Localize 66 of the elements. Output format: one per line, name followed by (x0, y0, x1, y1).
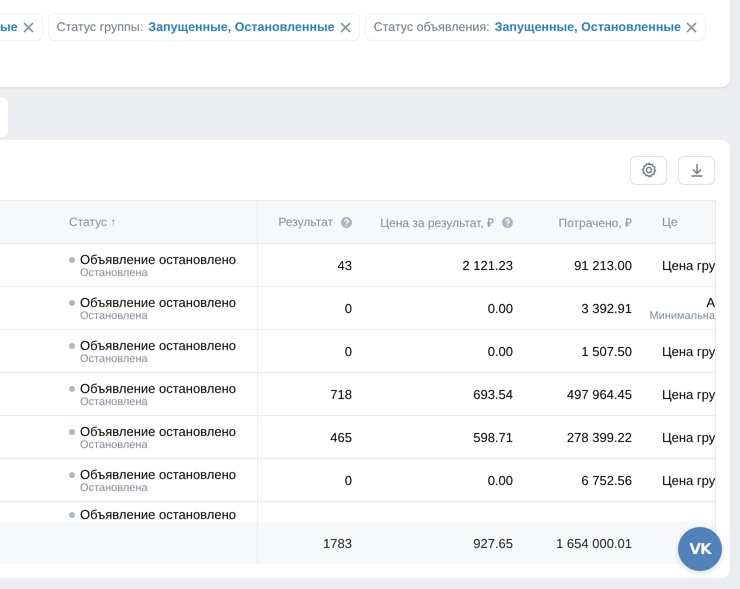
table-cell: 0.00 (488, 472, 513, 488)
table-cell: 3 392.91 (581, 300, 632, 316)
download-button[interactable] (678, 156, 715, 184)
table-cell: Цена гру (662, 430, 715, 444)
table-cell: 465 (330, 430, 352, 444)
total-cell: 1 654 000.01 (556, 536, 632, 550)
group-status: Остановлена (80, 310, 149, 322)
table-cell: 2 121.23 (462, 258, 513, 272)
total-cell: 1783 (323, 536, 352, 550)
table-cell: 6 752.56 (581, 472, 632, 488)
status-dot (69, 342, 75, 348)
settings-button[interactable] (630, 156, 667, 184)
filter-label: Статус объявления: (374, 20, 490, 34)
help-icon[interactable] (341, 216, 352, 228)
status-text: Объявление остановлено (80, 466, 236, 482)
table-cell: 497 964.45 (566, 386, 632, 402)
group-status: Остановлена (80, 482, 149, 494)
status-dot (69, 512, 75, 518)
status-dot (69, 386, 75, 392)
column-header[interactable]: Результат (278, 215, 352, 229)
close-icon[interactable] (686, 22, 697, 32)
settings-icon (640, 161, 658, 179)
status-text: Объявление остановлено (80, 252, 236, 266)
table-cell: Цена гру (662, 472, 715, 488)
filter-label: Статус группы: (56, 20, 144, 34)
column-header[interactable]: Потрачено, ₽ (558, 214, 632, 230)
group-status: Остановлена (80, 396, 149, 408)
status-dot (69, 256, 75, 262)
group-status: Остановлена (80, 352, 149, 364)
column-header[interactable]: Це (662, 215, 678, 229)
table-cell: 0.00 (488, 344, 513, 358)
close-icon[interactable] (340, 22, 351, 32)
table-cell: Минимальна (649, 310, 715, 322)
help-icon[interactable] (502, 216, 513, 228)
table-cell: Цена гру (662, 258, 715, 272)
column-header[interactable]: Статус ↑ (69, 215, 116, 229)
group-status: Остановлена (80, 438, 149, 450)
filter-value: Запущенные, Остановленные (148, 20, 335, 34)
filter-value: ые (0, 20, 18, 34)
status-text: Объявление остановлено (80, 338, 236, 352)
table-cell: 0 (344, 300, 352, 316)
table-cell: 0 (344, 472, 352, 488)
table-cell: 718 (330, 386, 352, 402)
table-cell: А (706, 294, 715, 310)
table-cell: Цена гру (662, 344, 715, 358)
status-text: Объявление остановлено (80, 507, 236, 522)
table-cell: 693.54 (473, 386, 513, 402)
table-cell: 0 (344, 344, 352, 358)
column-header[interactable]: Цена за результат, ₽ (380, 214, 513, 230)
table-cell: 0.00 (488, 300, 513, 316)
close-icon[interactable] (22, 22, 34, 32)
status-text: Объявление остановлено (80, 294, 236, 310)
table-cell: 91 213.00 (574, 258, 632, 272)
table-cell: 278 399.22 (566, 430, 632, 444)
status-dot (69, 428, 75, 434)
total-cell: 927.65 (473, 536, 513, 550)
table-cell: 43 (338, 258, 352, 272)
status-dot (69, 472, 75, 478)
status-dot (69, 300, 75, 306)
table-cell: 598.71 (473, 430, 513, 444)
filter-value: Запущенные, Остановленные (494, 20, 681, 34)
group-status: Остановлена (80, 266, 149, 278)
status-text: Объявление остановлено (80, 380, 236, 396)
status-text: Объявление остановлено (80, 424, 236, 438)
table-cell: Цена гру (662, 386, 715, 402)
table-cell: 1 507.50 (581, 344, 632, 358)
